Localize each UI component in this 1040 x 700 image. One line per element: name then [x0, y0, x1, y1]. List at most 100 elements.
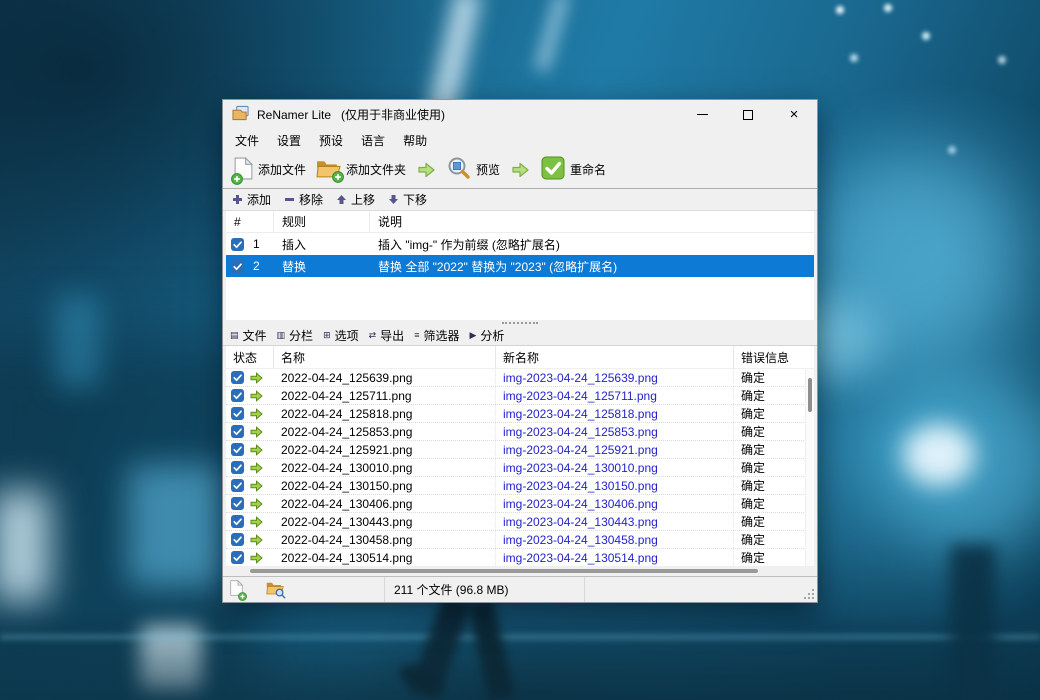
file-new-name: img-2023-04-24_125818.png	[496, 405, 734, 422]
file-row[interactable]: 2022-04-24_125711.png img-2023-04-24_125…	[226, 387, 814, 405]
file-row[interactable]: 2022-04-24_130150.png img-2023-04-24_130…	[226, 477, 814, 495]
menu-file[interactable]: 文件	[226, 129, 268, 152]
preview-button[interactable]: 预览	[442, 154, 505, 185]
file-name: 2022-04-24_125853.png	[274, 423, 496, 440]
rule-add-button[interactable]: 添加	[230, 190, 273, 209]
rename-arrow-icon	[250, 408, 263, 420]
statusbar-folder-search-icon[interactable]	[266, 581, 284, 598]
rename-arrow-icon	[250, 498, 263, 510]
tab-filter[interactable]: ≡ 筛选器	[414, 327, 459, 344]
file-name: 2022-04-24_125818.png	[274, 405, 496, 422]
filter-tab-icon: ≡	[414, 331, 419, 340]
close-icon: ×	[790, 107, 799, 122]
checkbox-checked-icon[interactable]	[231, 260, 244, 273]
tab-files[interactable]: ▤ 文件	[230, 327, 267, 344]
file-new-name: img-2023-04-24_130514.png	[496, 549, 734, 566]
statusbar-add-file-icon[interactable]	[230, 580, 243, 599]
rule-remove-label: 移除	[299, 191, 323, 208]
title-bar[interactable]: ReNamer Lite (仅用于非商业使用) ×	[223, 100, 817, 129]
file-row[interactable]: 2022-04-24_130010.png img-2023-04-24_130…	[226, 459, 814, 477]
rename-button[interactable]: 重命名	[536, 154, 611, 185]
checkbox-checked-icon[interactable]	[231, 533, 244, 546]
columns-tab-icon: ▥	[277, 331, 286, 340]
tab-columns[interactable]: ▥ 分栏	[277, 327, 314, 344]
tab-options[interactable]: ⊞ 选项	[323, 327, 359, 344]
checkbox-checked-icon[interactable]	[231, 371, 244, 384]
file-row[interactable]: 2022-04-24_130443.png img-2023-04-24_130…	[226, 513, 814, 531]
file-status-cell	[226, 477, 274, 494]
panel-tab-bar: ▤ 文件 ▥ 分栏 ⊞ 选项 ⇄ 导出 ≡ 筛选器 ▶ 分析	[223, 326, 817, 346]
window-title: ReNamer Lite	[257, 108, 331, 122]
bg-window-light	[55, 295, 101, 387]
files-header: 状态 名称 新名称 错误信息	[226, 346, 814, 369]
vertical-scrollbar-thumb[interactable]	[808, 378, 812, 412]
files-tab-icon: ▤	[230, 331, 239, 340]
horizontal-scrollbar[interactable]	[226, 566, 814, 576]
file-status: 确定	[734, 549, 814, 566]
file-status-cell	[226, 423, 274, 440]
file-row[interactable]: 2022-04-24_125921.png img-2023-04-24_125…	[226, 441, 814, 459]
bg-street-line	[0, 634, 1040, 640]
checkbox-checked-icon[interactable]	[231, 425, 244, 438]
checkbox-checked-icon[interactable]	[231, 389, 244, 402]
file-row[interactable]: 2022-04-24_125853.png img-2023-04-24_125…	[226, 423, 814, 441]
horizontal-scrollbar-thumb[interactable]	[250, 569, 758, 573]
file-rows: 2022-04-24_125639.png img-2023-04-24_125…	[226, 369, 814, 566]
menu-settings[interactable]: 设置	[268, 129, 310, 152]
file-row[interactable]: 2022-04-24_125818.png img-2023-04-24_125…	[226, 405, 814, 423]
checkbox-checked-icon[interactable]	[231, 407, 244, 420]
rename-arrow-icon	[250, 444, 263, 456]
file-new-name: img-2023-04-24_130406.png	[496, 495, 734, 512]
rule-row-insert[interactable]: 1 插入 插入 "img-" 作为前缀 (忽略扩展名)	[226, 233, 814, 255]
file-name: 2022-04-24_125921.png	[274, 441, 496, 458]
vertical-scrollbar[interactable]	[805, 369, 814, 566]
file-status-cell	[226, 513, 274, 530]
menu-presets[interactable]: 预设	[310, 129, 352, 152]
resize-grip[interactable]	[804, 589, 815, 600]
close-button[interactable]: ×	[771, 100, 817, 129]
file-status-cell	[226, 441, 274, 458]
add-folders-label: 添加文件夹	[346, 161, 406, 178]
tab-export[interactable]: ⇄ 导出	[369, 327, 405, 344]
file-new-name: img-2023-04-24_130010.png	[496, 459, 734, 476]
bg-bokeh-light	[903, 424, 975, 486]
add-files-button[interactable]: 添加文件	[229, 155, 311, 185]
rule-name: 插入	[274, 236, 370, 253]
menu-language[interactable]: 语言	[352, 129, 394, 152]
flow-arrow-icon	[512, 162, 529, 178]
rule-move-up-label: 上移	[351, 191, 375, 208]
maximize-button[interactable]	[725, 100, 771, 129]
file-new-name: img-2023-04-24_130443.png	[496, 513, 734, 530]
tab-label: 文件	[243, 327, 267, 344]
file-name: 2022-04-24_125711.png	[274, 387, 496, 404]
file-status: 确定	[734, 369, 814, 386]
add-files-label: 添加文件	[258, 161, 306, 178]
rules-list: # 规则 说明 1 插入 插入 "img-" 作为前缀 (忽略扩展名) 2 替换…	[226, 211, 814, 320]
tab-analyze[interactable]: ▶ 分析	[469, 327, 504, 344]
rule-move-down-label: 下移	[403, 191, 427, 208]
file-row[interactable]: 2022-04-24_125639.png img-2023-04-24_125…	[226, 369, 814, 387]
checkbox-checked-icon[interactable]	[231, 238, 244, 251]
rule-remove-button[interactable]: 移除	[282, 190, 325, 209]
rule-row-replace-selected[interactable]: 2 替换 替换 全部 "2022" 替换为 "2023" (忽略扩展名)	[226, 255, 814, 277]
window-controls: ×	[679, 100, 817, 129]
checkbox-checked-icon[interactable]	[231, 443, 244, 456]
add-file-icon	[234, 157, 253, 183]
rule-move-up-button[interactable]: 上移	[334, 190, 377, 209]
checkbox-checked-icon[interactable]	[231, 551, 244, 564]
add-folders-button[interactable]: 添加文件夹	[311, 157, 411, 183]
minimize-button[interactable]	[679, 100, 725, 129]
checkbox-checked-icon[interactable]	[231, 515, 244, 528]
file-row[interactable]: 2022-04-24_130514.png img-2023-04-24_130…	[226, 549, 814, 566]
menu-help[interactable]: 帮助	[394, 129, 436, 152]
flow-arrow-icon	[418, 162, 435, 178]
checkbox-checked-icon[interactable]	[231, 461, 244, 474]
file-row[interactable]: 2022-04-24_130406.png img-2023-04-24_130…	[226, 495, 814, 513]
statusbar-summary-panel: 211 个文件 (96.8 MB)	[385, 577, 585, 602]
checkbox-checked-icon[interactable]	[231, 479, 244, 492]
file-new-name: img-2023-04-24_130150.png	[496, 477, 734, 494]
file-row[interactable]: 2022-04-24_130458.png img-2023-04-24_130…	[226, 531, 814, 549]
checkbox-checked-icon[interactable]	[231, 497, 244, 510]
file-new-name: img-2023-04-24_125639.png	[496, 369, 734, 386]
rule-move-down-button[interactable]: 下移	[386, 190, 429, 209]
